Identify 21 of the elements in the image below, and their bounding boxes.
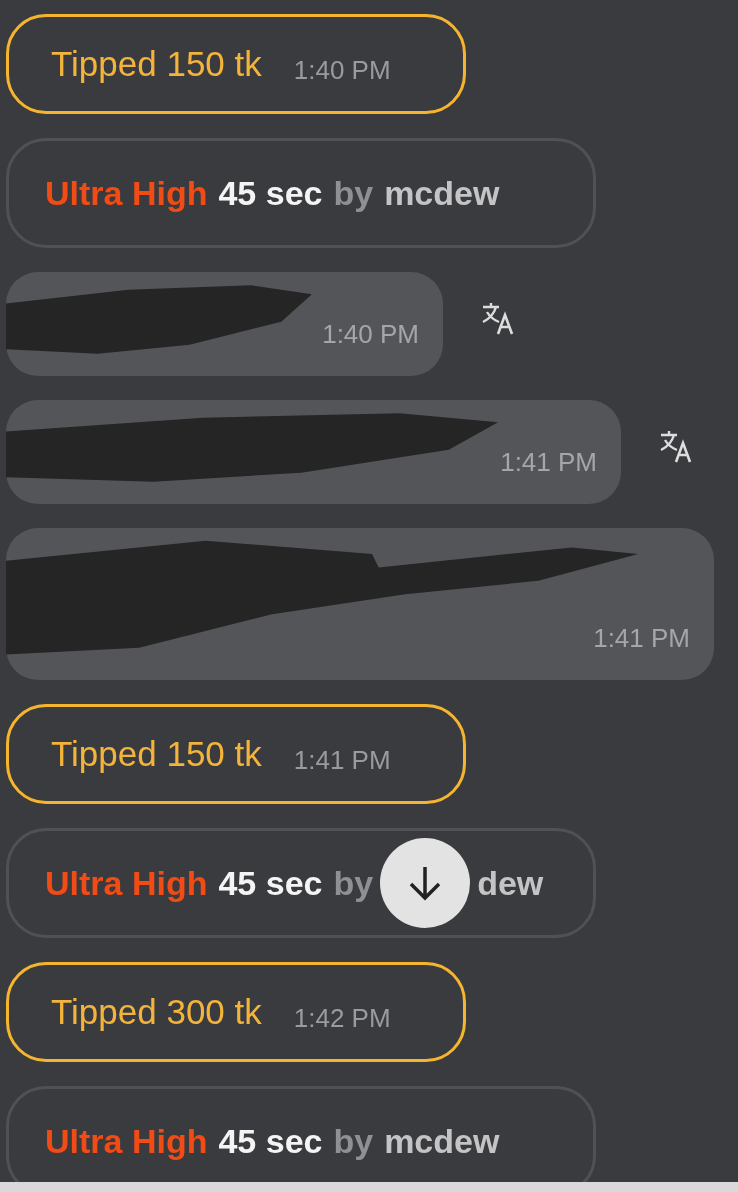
tip-text: Tipped 150 tk bbox=[51, 44, 262, 84]
tip-text: Tipped 300 tk bbox=[51, 992, 262, 1032]
message-time: 1:42 PM bbox=[293, 1002, 391, 1034]
by-text: by bbox=[333, 173, 374, 213]
level-name: Ultra High bbox=[45, 863, 208, 903]
duration-text: 45 sec bbox=[218, 173, 323, 213]
message-time: 1:41 PM bbox=[500, 447, 597, 478]
username: dew bbox=[477, 863, 544, 903]
message-time: 1:40 PM bbox=[293, 54, 391, 86]
message-time: 1:41 PM bbox=[593, 623, 690, 654]
message-time: 1:40 PM bbox=[322, 319, 419, 350]
duration-text: 45 sec bbox=[218, 863, 323, 903]
by-text: by bbox=[333, 863, 374, 903]
username: mcdew bbox=[384, 173, 500, 213]
level-name: Ultra High bbox=[45, 173, 208, 213]
username: mcdew bbox=[384, 1121, 500, 1161]
level-name: Ultra High bbox=[45, 1121, 208, 1161]
by-text: by bbox=[333, 1121, 374, 1161]
message-time: 1:41 PM bbox=[293, 744, 391, 776]
tip-text: Tipped 150 tk bbox=[51, 734, 262, 774]
duration-text: 45 sec bbox=[218, 1121, 323, 1161]
